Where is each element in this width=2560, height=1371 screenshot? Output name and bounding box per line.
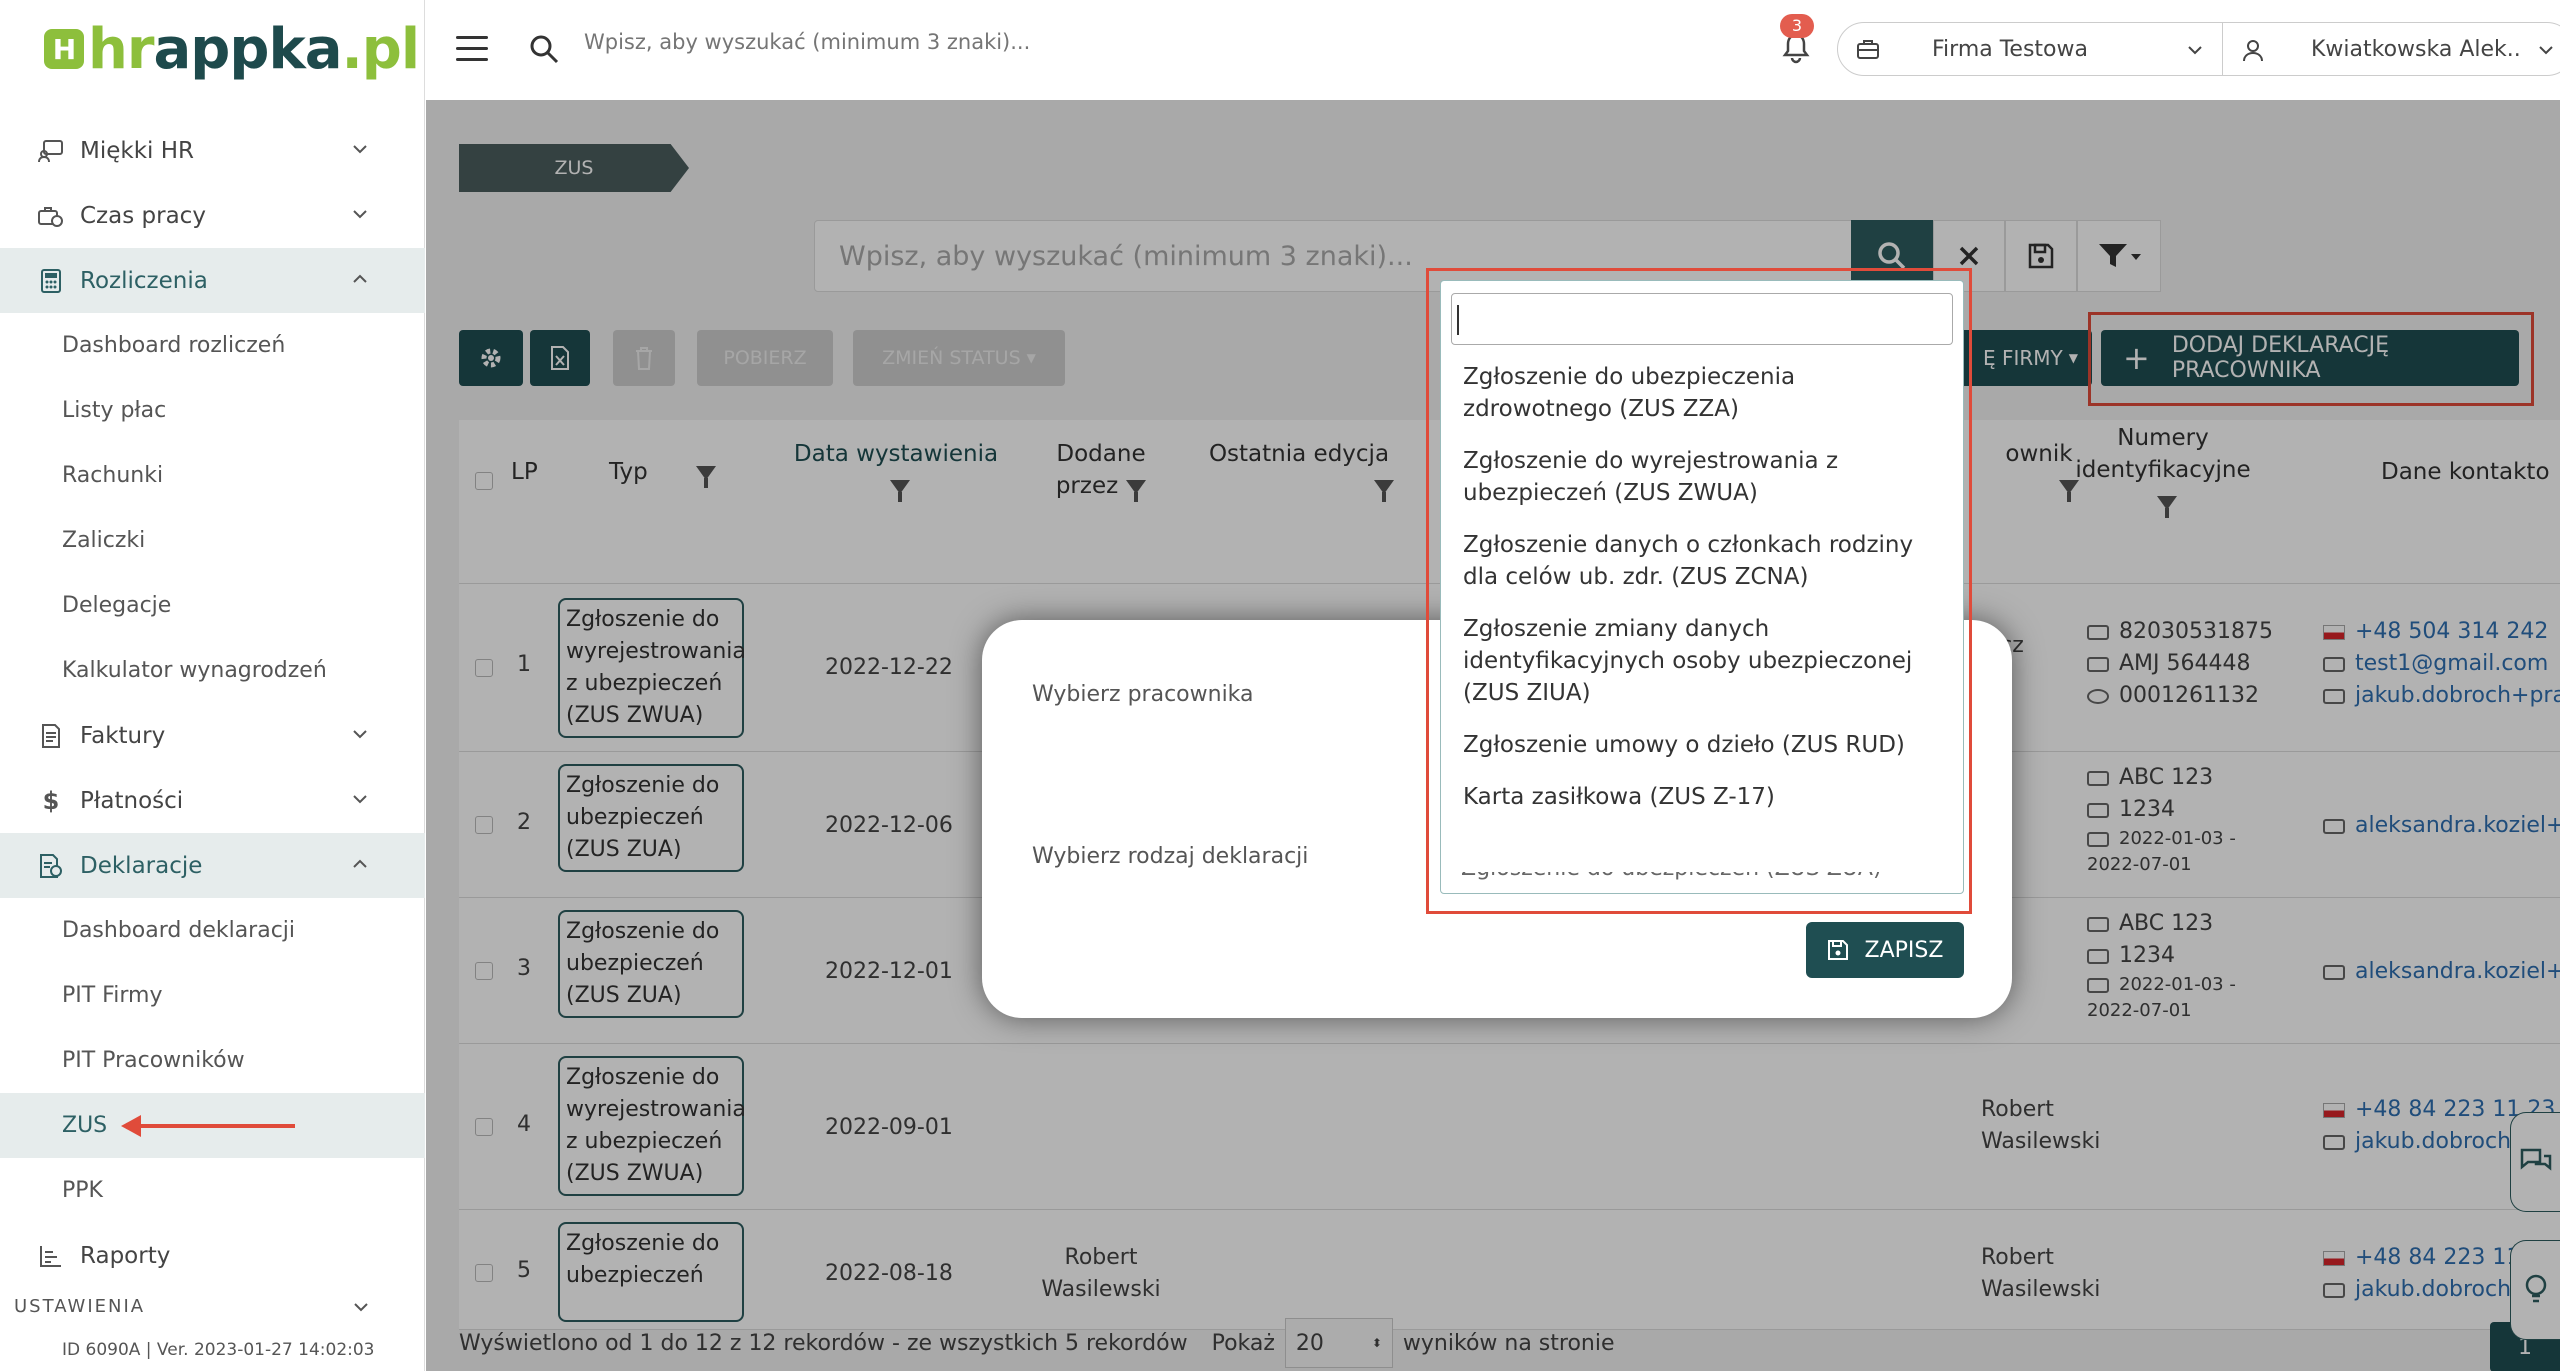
dropdown-option[interactable]: Zgłoszenie zmiany danych identyfikacyjny…	[1441, 613, 1963, 709]
chevron-down-icon	[353, 730, 367, 739]
sidebar-item-label: ZUS	[62, 1113, 108, 1138]
sidebar-item-label: Rachunki	[62, 463, 164, 488]
sidebar-item-zaliczki[interactable]: Zaliczki	[0, 508, 425, 573]
sidebar-item-label: Miękki HR	[80, 137, 195, 164]
sidebar-item-pit-pracownikow[interactable]: PIT Pracowników	[0, 1028, 425, 1093]
sidebar-item-label: PPK	[62, 1178, 103, 1203]
text-cursor	[1457, 305, 1459, 335]
sidebar-item-label: Rozliczenia	[80, 267, 208, 294]
sidebar-item-ppk[interactable]: PPK	[0, 1158, 425, 1223]
declaration-type-label: Wybierz rodzaj deklaracji	[1032, 844, 1309, 869]
sidebar-item-label: Delegacje	[62, 593, 172, 618]
chevron-down-icon	[2539, 46, 2553, 55]
chevron-down-icon	[2188, 46, 2202, 55]
chevron-down-icon[interactable]	[352, 1298, 370, 1316]
sidebar-item-label: Zaliczki	[62, 528, 146, 553]
sidebar-item-miekki-hr[interactable]: Miękki HR	[0, 118, 425, 183]
sidebar-item-listy-plac[interactable]: Listy płac	[0, 378, 425, 443]
sidebar: H hr appka .pl Miękki HR Czas pracy Rozlic…	[0, 0, 425, 1371]
dollar-icon: $	[42, 786, 60, 815]
dropdown-option[interactable]: Zgłoszenie do ubezpieczenia zdrowotnego …	[1441, 361, 1963, 425]
sidebar-nav: Miękki HR Czas pracy Rozliczenia Dashboa…	[0, 118, 425, 1288]
sidebar-item-label: Raporty	[80, 1242, 171, 1269]
save-label: ZAPISZ	[1864, 937, 1944, 963]
notification-badge: 3	[1780, 14, 1814, 38]
topbar: 3 Firma Testowa Kwiatkowska Alek..	[426, 0, 2560, 100]
invoice-icon	[36, 723, 66, 749]
sidebar-item-czas-pracy[interactable]: Czas pracy	[0, 183, 425, 248]
dropdown-option[interactable]: Karta zasiłkowa (ZUS Z-17)	[1441, 781, 1963, 813]
sidebar-item-label: PIT Pracowników	[62, 1048, 245, 1073]
sidebar-item-deklaracje[interactable]: Deklaracje	[0, 833, 425, 898]
sidebar-item-dashboard-rozliczen[interactable]: Dashboard rozliczeń	[0, 313, 425, 378]
sidebar-item-kalkulator[interactable]: Kalkulator wynagrodzeń	[0, 638, 425, 703]
sidebar-item-label: Czas pracy	[80, 202, 206, 229]
dropdown-option[interactable]: Zgłoszenie danych o członkach rodziny dl…	[1441, 529, 1963, 593]
sidebar-item-label: Dashboard deklaracji	[62, 918, 296, 943]
logo-pl: .pl	[341, 16, 420, 82]
save-button[interactable]: ZAPISZ	[1806, 922, 1964, 978]
sidebar-item-label: Dashboard rozliczeń	[62, 333, 286, 358]
company-select[interactable]: Firma Testowa	[1837, 22, 2223, 76]
employee-label: Wybierz pracownika	[1032, 682, 1254, 707]
sidebar-item-raporty[interactable]: Raporty	[0, 1223, 425, 1288]
sidebar-item-label: Listy płac	[62, 398, 167, 423]
annotation-arrow	[121, 1115, 295, 1137]
chevron-down-icon	[353, 145, 367, 154]
sidebar-item-dashboard-deklaracji[interactable]: Dashboard deklaracji	[0, 898, 425, 963]
sidebar-item-pit-firmy[interactable]: PIT Firmy	[0, 963, 425, 1028]
sidebar-item-faktury[interactable]: Faktury	[0, 703, 425, 768]
chevron-up-icon	[353, 859, 367, 868]
chevron-down-icon	[353, 795, 367, 804]
version-info: ID 6090A | Ver. 2023-01-27 14:02:03	[62, 1340, 375, 1360]
menu-icon[interactable]	[456, 36, 488, 62]
sidebar-item-label: Kalkulator wynagrodzeń	[62, 658, 327, 683]
chart-icon	[36, 1243, 66, 1269]
sidebar-item-platnosci[interactable]: $ Płatności	[0, 768, 425, 833]
dropdown-options: Zgłoszenie do ubezpieczenia zdrowotnego …	[1441, 361, 1963, 833]
settings-section[interactable]: USTAWIENIA	[14, 1296, 145, 1317]
search-icon	[530, 35, 559, 64]
dropdown-option[interactable]: Zgłoszenie do wyrejestrowania z ubezpiec…	[1441, 445, 1963, 509]
sidebar-item-label: Deklaracje	[80, 852, 203, 879]
monitor-user-icon	[36, 138, 66, 164]
briefcase-icon	[1857, 40, 1879, 59]
sidebar-item-label: PIT Firmy	[62, 983, 163, 1008]
user-select[interactable]: Kwiatkowska Alek..	[2222, 22, 2560, 76]
logo-appka: appka	[153, 16, 342, 82]
sidebar-item-label: Płatności	[80, 787, 184, 814]
user-icon	[2243, 40, 2263, 62]
dropdown-option[interactable]: Zgłoszenie umowy o dzieło (ZUS RUD)	[1441, 729, 1963, 761]
sidebar-item-rachunki[interactable]: Rachunki	[0, 443, 425, 508]
sidebar-item-delegacje[interactable]: Delegacje	[0, 573, 425, 638]
global-search-input[interactable]	[584, 30, 1484, 54]
user-name: Kwiatkowska Alek..	[2311, 36, 2521, 62]
logo-hr: hr	[88, 16, 154, 82]
declaration-icon	[36, 853, 66, 879]
sidebar-item-label: Faktury	[80, 722, 166, 749]
company-name: Firma Testowa	[1932, 36, 2088, 62]
sidebar-item-rozliczenia[interactable]: Rozliczenia	[0, 248, 425, 313]
briefcase-clock-icon	[36, 203, 66, 229]
dropdown-search-input[interactable]	[1451, 293, 1953, 345]
floppy-icon	[1827, 940, 1848, 960]
calculator-icon	[36, 268, 66, 294]
chevron-down-icon	[353, 210, 367, 219]
app-logo[interactable]: H hr appka .pl	[44, 16, 420, 82]
declaration-type-dropdown: Zgłoszenie do ubezpieczenia zdrowotnego …	[1440, 280, 1964, 872]
chevron-up-icon	[353, 274, 367, 283]
logo-mark: H	[44, 29, 84, 69]
